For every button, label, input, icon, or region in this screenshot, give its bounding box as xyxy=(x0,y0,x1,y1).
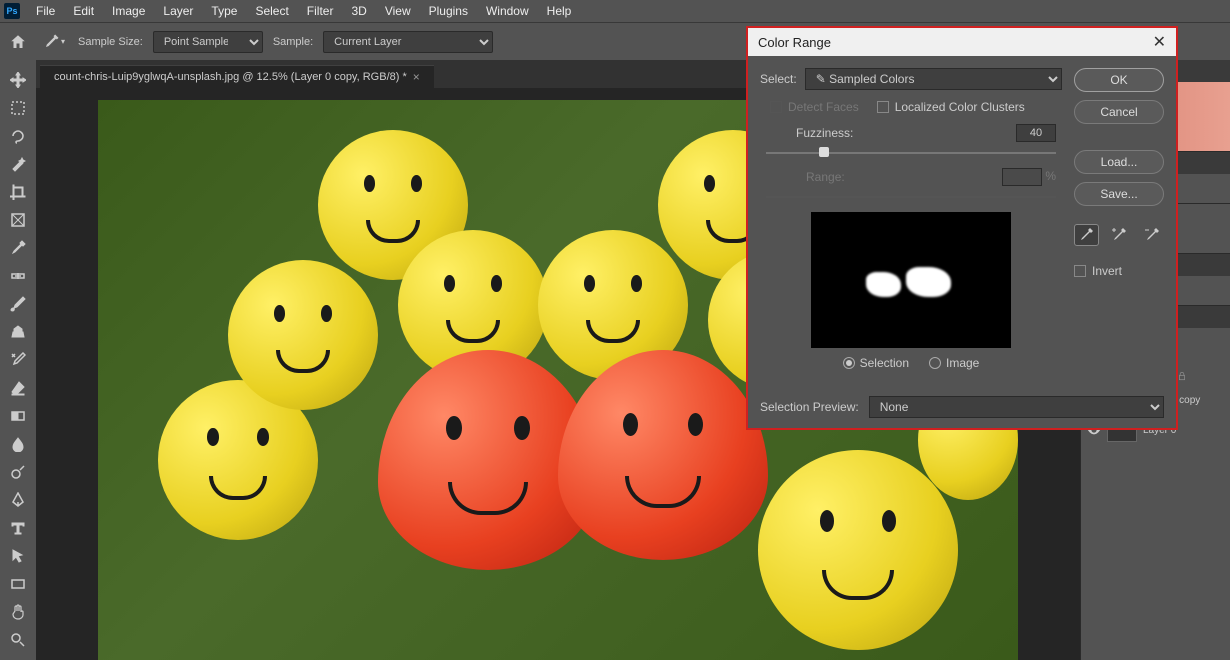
select-mode-dropdown[interactable]: ✎ Sampled Colors xyxy=(805,68,1062,90)
sample-label: Sample: xyxy=(273,36,313,48)
gradient-tool[interactable] xyxy=(4,404,32,428)
tool-panel xyxy=(0,60,36,660)
range-unit: % xyxy=(1045,169,1056,183)
range-slider xyxy=(766,196,1056,198)
document-tab[interactable]: count-chris-Luip9yglwqA-unsplash.jpg @ 1… xyxy=(40,65,434,88)
rectangle-tool[interactable] xyxy=(4,572,32,596)
menu-plugins[interactable]: Plugins xyxy=(421,2,476,20)
eraser-tool[interactable] xyxy=(4,376,32,400)
clone-stamp-tool[interactable] xyxy=(4,320,32,344)
fuzziness-input[interactable] xyxy=(1016,124,1056,142)
menu-type[interactable]: Type xyxy=(203,2,245,20)
dialog-titlebar[interactable]: Color Range ✕ xyxy=(748,28,1176,56)
image-radio[interactable]: Image xyxy=(929,356,979,370)
sample-size-label: Sample Size: xyxy=(78,36,143,48)
range-input xyxy=(1002,168,1042,186)
invert-checkbox[interactable]: Invert xyxy=(1074,264,1164,278)
menu-file[interactable]: File xyxy=(28,2,63,20)
dodge-tool[interactable] xyxy=(4,460,32,484)
magic-wand-tool[interactable] xyxy=(4,152,32,176)
detect-faces-checkbox xyxy=(770,101,782,113)
load-button[interactable]: Load... xyxy=(1074,150,1164,174)
zoom-tool[interactable] xyxy=(4,628,32,652)
crop-tool[interactable] xyxy=(4,180,32,204)
brush-tool[interactable] xyxy=(4,292,32,316)
menu-select[interactable]: Select xyxy=(247,2,296,20)
sample-select[interactable]: Current Layer xyxy=(323,31,493,53)
menu-window[interactable]: Window xyxy=(478,2,537,20)
selection-preview-dropdown[interactable]: None xyxy=(869,396,1164,418)
app-logo: Ps xyxy=(4,3,20,19)
selection-radio[interactable]: Selection xyxy=(843,356,909,370)
eyedropper-tool[interactable] xyxy=(4,236,32,260)
menu-image[interactable]: Image xyxy=(104,2,153,20)
move-tool[interactable] xyxy=(4,68,32,92)
selection-preview-label: Selection Preview: xyxy=(760,400,859,414)
fuzziness-slider[interactable] xyxy=(766,152,1056,154)
home-icon[interactable] xyxy=(8,32,28,52)
color-range-dialog: Color Range ✕ Select: ✎ Sampled Colors D… xyxy=(746,26,1178,430)
type-tool[interactable] xyxy=(4,516,32,540)
detect-faces-label: Detect Faces xyxy=(788,100,859,114)
history-brush-tool[interactable] xyxy=(4,348,32,372)
menu-bar: Ps File Edit Image Layer Type Select Fil… xyxy=(0,0,1230,22)
eyedropper-subtract-icon[interactable] xyxy=(1139,224,1164,246)
menu-3d[interactable]: 3D xyxy=(343,2,374,20)
sample-size-select[interactable]: Point Sample xyxy=(153,31,263,53)
healing-brush-tool[interactable] xyxy=(4,264,32,288)
menu-layer[interactable]: Layer xyxy=(155,2,201,20)
fuzziness-label: Fuzziness: xyxy=(796,126,853,140)
eyedropper-sample-icon[interactable] xyxy=(1074,224,1099,246)
select-label: Select: xyxy=(760,72,797,86)
menu-help[interactable]: Help xyxy=(539,2,580,20)
frame-tool[interactable] xyxy=(4,208,32,232)
localized-clusters-label: Localized Color Clusters xyxy=(895,100,1025,114)
save-button[interactable]: Save... xyxy=(1074,182,1164,206)
path-selection-tool[interactable] xyxy=(4,544,32,568)
ok-button[interactable]: OK xyxy=(1074,68,1164,92)
lasso-tool[interactable] xyxy=(4,124,32,148)
tool-preset-eyedropper[interactable]: ▾ xyxy=(38,30,68,54)
document-tab-title: count-chris-Luip9yglwqA-unsplash.jpg @ 1… xyxy=(54,71,407,83)
localized-clusters-checkbox[interactable] xyxy=(877,101,889,113)
range-label: Range: xyxy=(806,170,845,184)
lock-all-icon[interactable] xyxy=(1177,371,1187,381)
menu-edit[interactable]: Edit xyxy=(65,2,102,20)
hand-tool[interactable] xyxy=(4,600,32,624)
pen-tool[interactable] xyxy=(4,488,32,512)
eyedropper-add-icon[interactable] xyxy=(1107,224,1132,246)
menu-view[interactable]: View xyxy=(377,2,419,20)
blur-tool[interactable] xyxy=(4,432,32,456)
marquee-tool[interactable] xyxy=(4,96,32,120)
menu-filter[interactable]: Filter xyxy=(299,2,342,20)
cancel-button[interactable]: Cancel xyxy=(1074,100,1164,124)
dialog-title-text: Color Range xyxy=(758,35,831,50)
selection-preview-image[interactable] xyxy=(811,212,1011,348)
close-icon[interactable]: ✕ xyxy=(1153,32,1166,52)
close-tab-icon[interactable]: × xyxy=(413,70,420,84)
